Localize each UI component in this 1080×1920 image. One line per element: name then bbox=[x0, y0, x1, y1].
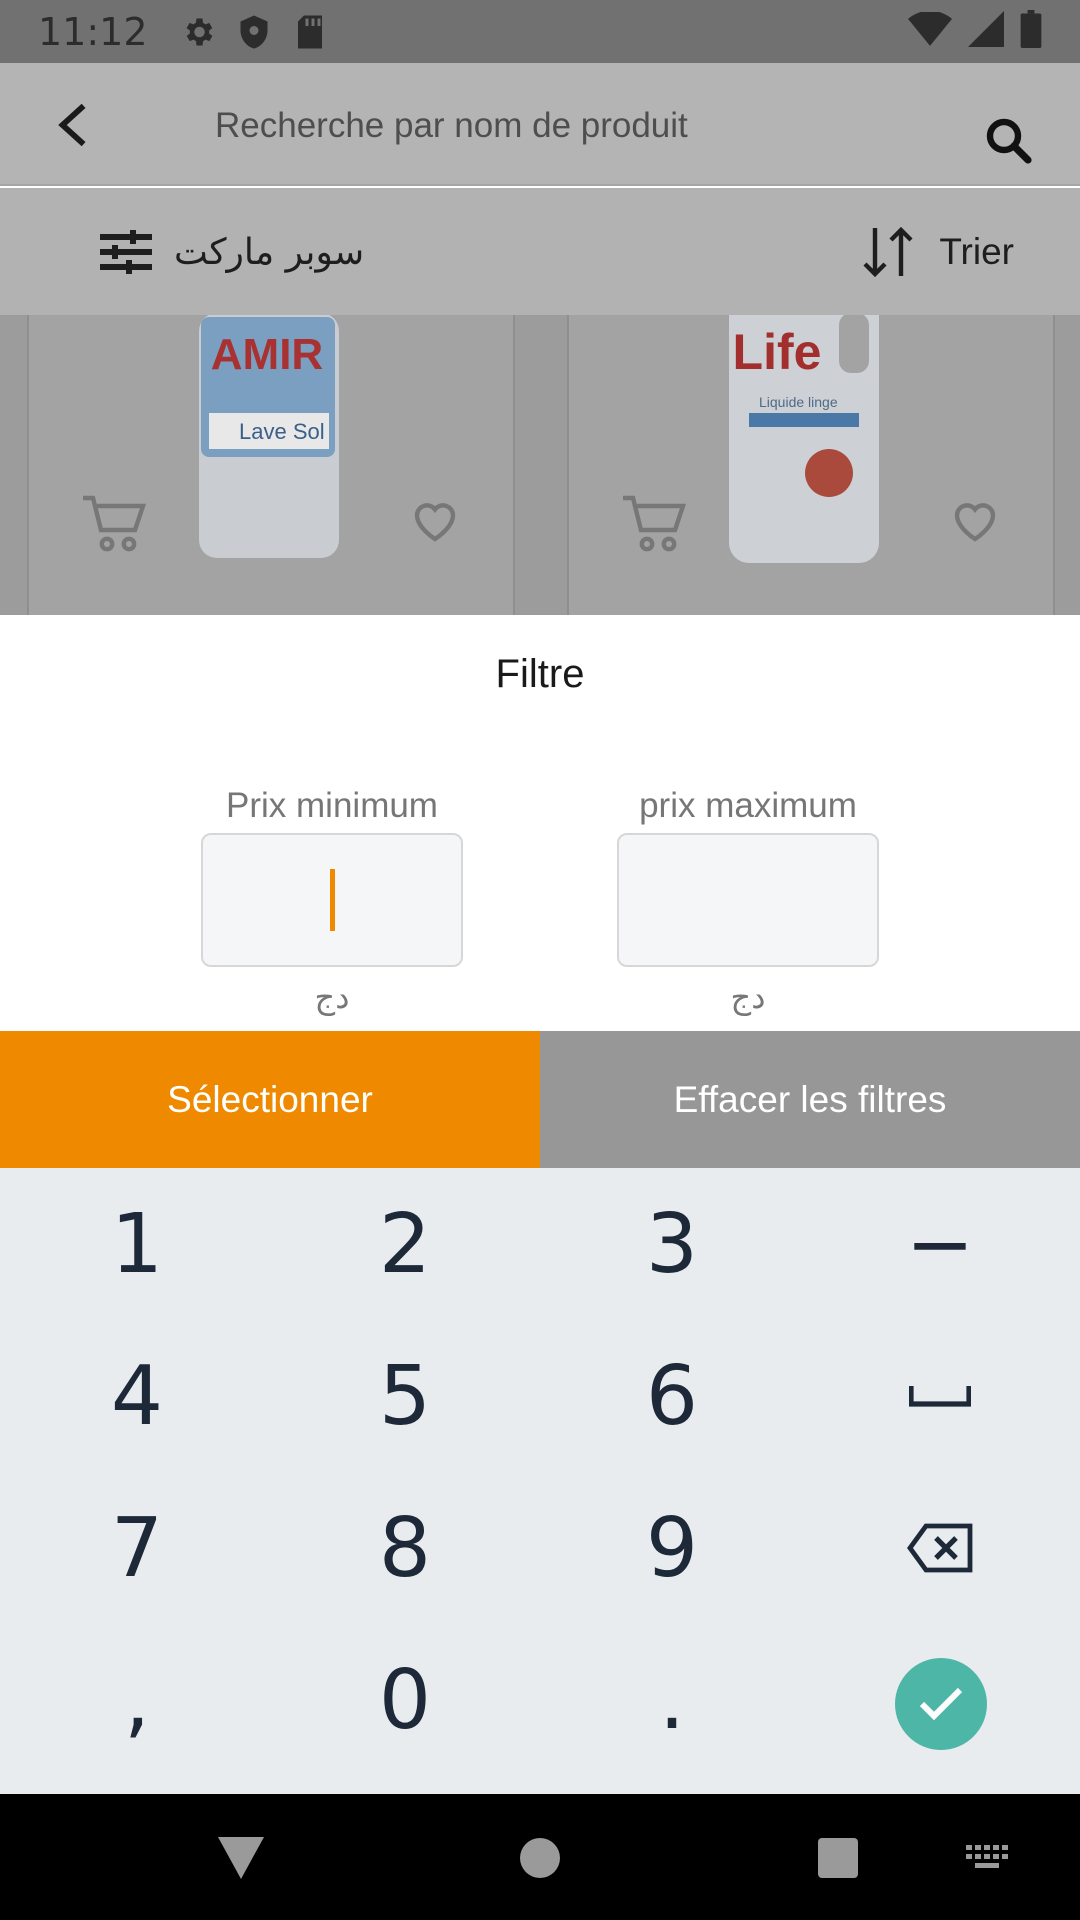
status-time: 11:12 bbox=[38, 9, 148, 54]
max-price-currency: دج bbox=[730, 978, 766, 1016]
key-8[interactable]: 8 bbox=[271, 1472, 539, 1624]
cart-icon bbox=[623, 495, 687, 552]
key-backspace[interactable] bbox=[806, 1472, 1074, 1624]
chevron-left-icon bbox=[58, 103, 86, 147]
key-3[interactable]: 3 bbox=[538, 1168, 806, 1320]
heart-icon bbox=[414, 503, 456, 542]
search-icon bbox=[986, 118, 1032, 164]
product-card[interactable]: AMIR Lave Sol bbox=[27, 315, 515, 615]
min-price-currency: دج bbox=[314, 978, 350, 1016]
key-dot[interactable]: . bbox=[538, 1624, 806, 1776]
cart-icon bbox=[83, 495, 147, 552]
key-7[interactable]: 7 bbox=[3, 1472, 271, 1624]
nav-home-button[interactable] bbox=[512, 1830, 568, 1886]
sheet-title: Filtre bbox=[495, 652, 585, 696]
product-brand: AMIR bbox=[211, 330, 323, 379]
key-4[interactable]: 4 bbox=[3, 1320, 271, 1472]
favorite-button[interactable] bbox=[407, 493, 463, 549]
done-button[interactable] bbox=[895, 1658, 987, 1750]
product-sublabel: Liquide linge bbox=[759, 394, 838, 410]
nav-recents-button[interactable] bbox=[810, 1830, 866, 1886]
max-price-group: prix maximum دج bbox=[617, 786, 879, 1016]
heart-icon bbox=[954, 503, 996, 542]
system-nav-bar bbox=[0, 1794, 1080, 1920]
back-button[interactable] bbox=[44, 95, 104, 155]
sort-label: Trier bbox=[939, 231, 1014, 272]
text-cursor bbox=[329, 869, 335, 931]
search-input[interactable] bbox=[215, 101, 935, 151]
min-price-field[interactable] bbox=[201, 833, 463, 967]
key-0[interactable]: 0 bbox=[271, 1624, 539, 1776]
key-2[interactable]: 2 bbox=[271, 1168, 539, 1320]
filter-button[interactable]: سوبر ماركت bbox=[100, 224, 364, 280]
keyboard-icon bbox=[966, 1845, 1008, 1868]
check-icon bbox=[919, 1687, 963, 1721]
favorite-button[interactable] bbox=[947, 493, 1003, 549]
numeric-keypad: 1 2 3 − 4 5 6 7 8 9 , 0 . bbox=[0, 1168, 1080, 1794]
add-to-cart-button[interactable] bbox=[619, 488, 689, 558]
product-brand: Life bbox=[733, 324, 822, 380]
nav-back-button[interactable] bbox=[213, 1830, 269, 1886]
square-recents-icon bbox=[818, 1838, 858, 1878]
key-comma[interactable]: , bbox=[3, 1624, 271, 1776]
key-minus[interactable]: − bbox=[806, 1168, 1074, 1320]
filter-category-label: سوبر ماركت bbox=[174, 231, 365, 273]
sort-button[interactable]: Trier bbox=[861, 224, 1014, 280]
min-price-label: Prix minimum bbox=[226, 786, 438, 825]
circle-home-icon bbox=[520, 1838, 560, 1878]
search-button[interactable] bbox=[980, 112, 1036, 168]
signal-icon bbox=[968, 11, 1004, 52]
battery-icon bbox=[1020, 10, 1042, 53]
product-grid: AMIR Lave Sol Life Liquide linge bbox=[0, 315, 1080, 615]
space-bar-icon bbox=[909, 1386, 971, 1407]
triangle-back-icon bbox=[218, 1837, 264, 1879]
key-1[interactable]: 1 bbox=[3, 1168, 271, 1320]
sd-card-icon bbox=[290, 12, 330, 52]
filter-sheet: Filtre Prix minimum دج prix maximum دج bbox=[0, 616, 1080, 1031]
backspace-icon bbox=[907, 1523, 973, 1573]
product-image: AMIR Lave Sol bbox=[199, 315, 339, 558]
product-sublabel: Lave Sol bbox=[239, 419, 325, 444]
filter-sort-bar: سوبر ماركت Trier bbox=[0, 188, 1080, 315]
product-image: Life Liquide linge bbox=[729, 315, 879, 563]
keyboard-switch-button[interactable] bbox=[960, 1830, 1016, 1886]
filter-actions: Sélectionner Effacer les filtres bbox=[0, 1031, 1080, 1168]
clear-filters-button[interactable]: Effacer les filtres bbox=[540, 1031, 1080, 1168]
status-bar: 11:12 bbox=[0, 0, 1080, 63]
product-card[interactable]: Life Liquide linge bbox=[567, 315, 1055, 615]
app-bar bbox=[0, 63, 1080, 186]
add-to-cart-button[interactable] bbox=[79, 488, 149, 558]
select-button[interactable]: Sélectionner bbox=[0, 1031, 540, 1168]
key-space[interactable] bbox=[806, 1320, 1074, 1472]
shield-icon bbox=[234, 12, 274, 52]
sort-arrows-icon bbox=[863, 226, 913, 278]
settings-gear-icon bbox=[178, 12, 218, 52]
key-9[interactable]: 9 bbox=[538, 1472, 806, 1624]
min-price-group: Prix minimum دج bbox=[201, 786, 463, 1016]
max-price-field[interactable] bbox=[617, 833, 879, 967]
sliders-icon bbox=[100, 230, 152, 274]
max-price-label: prix maximum bbox=[639, 786, 857, 825]
key-6[interactable]: 6 bbox=[538, 1320, 806, 1472]
wifi-icon bbox=[908, 10, 952, 51]
key-5[interactable]: 5 bbox=[271, 1320, 539, 1472]
